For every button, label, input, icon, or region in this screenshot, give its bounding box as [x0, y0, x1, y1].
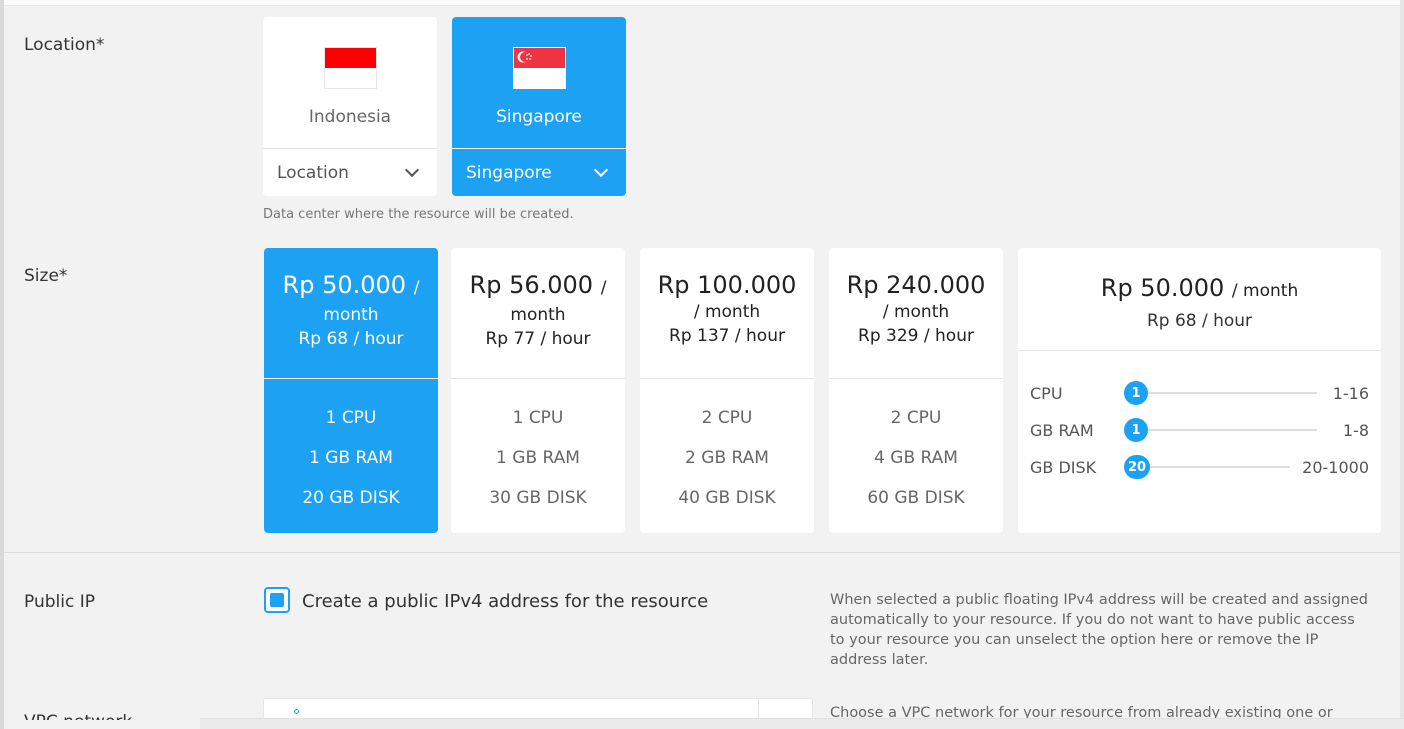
ram-slider-row: GB RAM 1 1-8: [1030, 418, 1369, 442]
plan-cpu: 2 CPU: [701, 408, 753, 428]
plan-disk: 60 GB DISK: [867, 488, 965, 508]
public-ip-help: When selected a public floating IPv4 add…: [830, 592, 1368, 668]
custom-price: Rp 50.000: [1100, 274, 1225, 302]
disk-slider[interactable]: 20: [1124, 455, 1291, 479]
plan-ram: 2 GB RAM: [685, 448, 769, 468]
plan-cpu: 2 CPU: [890, 408, 942, 428]
plan-price: Rp 50.000: [282, 271, 407, 299]
plan-disk: 20 GB DISK: [302, 488, 400, 508]
plan-price-month: / month: [882, 302, 950, 322]
slider-label: GB RAM: [1030, 420, 1094, 440]
plan-hourly: Rp 329 / hour: [858, 326, 974, 346]
plan-disk: 40 GB DISK: [678, 488, 776, 508]
plan-price: Rp 240.000: [846, 271, 986, 299]
plan-ram: 4 GB RAM: [874, 448, 958, 468]
bottom-edge: [200, 718, 1404, 729]
location-name: Singapore: [496, 107, 582, 127]
plan-ram: 1 GB RAM: [496, 448, 580, 468]
slider-range: 1-8: [1342, 420, 1369, 440]
section-divider: [4, 552, 1400, 553]
network-icon: [294, 709, 299, 714]
chevron-down-icon: [593, 162, 609, 177]
location-name: Indonesia: [308, 107, 392, 127]
singapore-flag-icon: [513, 47, 566, 89]
plan-price-suffix: /: [600, 278, 607, 298]
slider-label: CPU: [1030, 383, 1063, 403]
slider-range: 1-16: [1332, 383, 1369, 403]
location-dropdown-value: Location: [277, 162, 349, 183]
plan-price-month: / month: [693, 302, 761, 322]
plan-price-month: month: [510, 305, 566, 325]
chevron-down-icon: [404, 162, 420, 177]
size-label: Size*: [24, 266, 68, 286]
slider-label: GB DISK: [1030, 457, 1097, 477]
cpu-slider-row: CPU 1 1-16: [1030, 381, 1369, 405]
top-edge: [0, 0, 1404, 6]
location-dropdown-value: Singapore: [466, 162, 552, 183]
size-plan-card[interactable]: Rp 50.000 / month Rp 68 / hour 1 CPU 1 G…: [264, 248, 438, 533]
plan-disk: 30 GB DISK: [489, 488, 587, 508]
location-label: Location*: [24, 35, 105, 55]
location-card-indonesia[interactable]: Indonesia Location: [263, 17, 437, 196]
slider-handle[interactable]: 20: [1124, 455, 1151, 479]
public-ip-checkbox-label[interactable]: Create a public IPv4 address for the res…: [302, 591, 708, 612]
plan-price: Rp 100.000: [657, 271, 797, 299]
size-plan-card[interactable]: Rp 100.000 / month Rp 137 / hour 2 CPU 2…: [640, 248, 814, 533]
location-dropdown[interactable]: Location: [263, 149, 437, 196]
location-card-singapore[interactable]: Singapore Singapore: [452, 17, 626, 196]
vpc-network-label: VPC network: [24, 712, 132, 720]
ram-slider[interactable]: 1: [1124, 418, 1317, 442]
custom-price-suffix: / month: [1231, 281, 1299, 301]
vpc-help: Choose a VPC network for your resource f…: [830, 705, 1333, 719]
custom-hourly: Rp 68 / hour: [1146, 311, 1253, 331]
plan-price-suffix: /: [413, 278, 420, 298]
plan-price-month: month: [323, 305, 379, 325]
public-ip-label: Public IP: [24, 592, 95, 612]
right-scroll-edge: [1400, 0, 1404, 729]
slider-handle[interactable]: 1: [1124, 418, 1148, 442]
cpu-slider[interactable]: 1: [1124, 381, 1317, 405]
location-hint: Data center where the resource will be c…: [263, 207, 574, 222]
custom-size-card[interactable]: Rp 50.000 / month Rp 68 / hour CPU 1 1-1…: [1018, 248, 1381, 533]
indonesia-flag-icon: [324, 47, 377, 89]
location-dropdown[interactable]: Singapore: [452, 149, 626, 196]
plan-hourly: Rp 77 / hour: [485, 329, 591, 349]
size-plan-card[interactable]: Rp 56.000 / month Rp 77 / hour 1 CPU 1 G…: [451, 248, 625, 533]
plan-ram: 1 GB RAM: [309, 448, 393, 468]
plan-price: Rp 56.000: [469, 271, 594, 299]
disk-slider-row: GB DISK 20 20-1000: [1030, 455, 1369, 479]
plan-hourly: Rp 137 / hour: [669, 326, 785, 346]
plan-cpu: 1 CPU: [325, 408, 377, 428]
plan-cpu: 1 CPU: [512, 408, 564, 428]
plan-hourly: Rp 68 / hour: [298, 329, 404, 349]
slider-range: 20-1000: [1302, 457, 1369, 477]
slider-handle[interactable]: 1: [1124, 381, 1148, 405]
size-plan-card[interactable]: Rp 240.000 / month Rp 329 / hour 2 CPU 4…: [829, 248, 1003, 533]
public-ip-checkbox[interactable]: [264, 587, 290, 613]
left-edge: [0, 0, 4, 729]
